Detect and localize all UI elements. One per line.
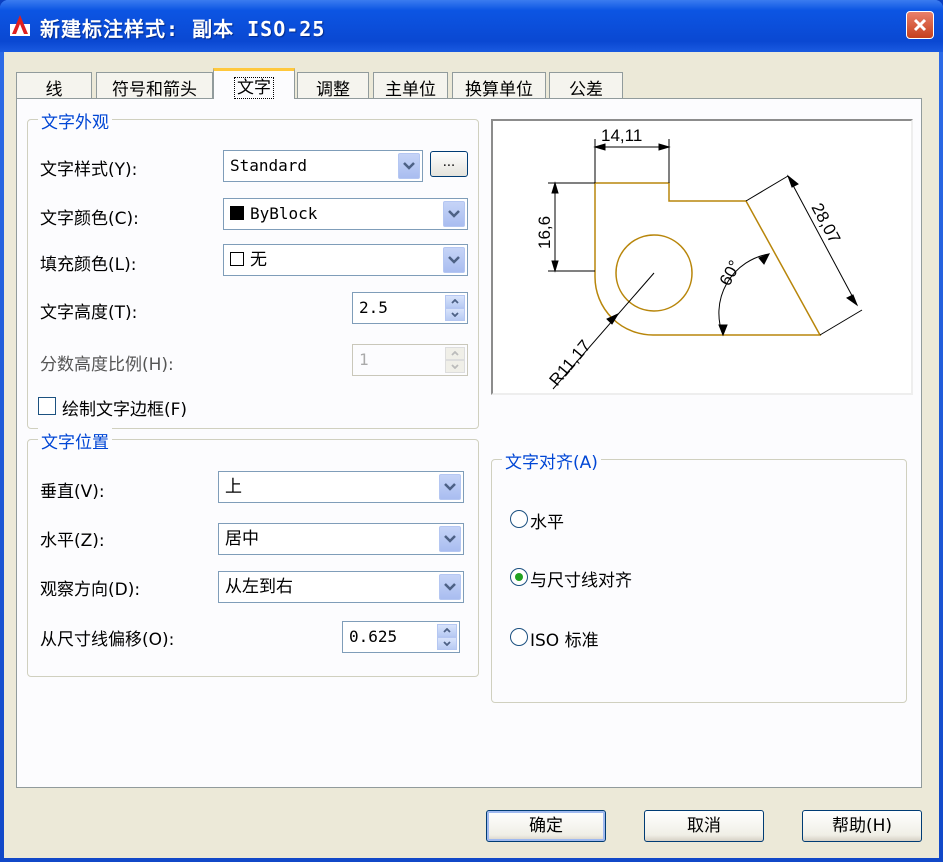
spin-down-icon[interactable] bbox=[437, 637, 457, 650]
title-bar[interactable]: 新建标注样式: 副本 ISO-25 bbox=[0, 0, 943, 52]
dropdown-value: 居中 bbox=[225, 529, 259, 549]
draw-frame-checkbox[interactable] bbox=[38, 397, 56, 415]
tab-panel-text: 文字外观 文字样式(Y): Standard ... 文字颜色(C): ByBl… bbox=[16, 98, 922, 788]
dim-top-text: 14,11 bbox=[601, 126, 642, 145]
dropdown-value: 从左到右 bbox=[225, 577, 293, 597]
tab-label: 公差 bbox=[569, 80, 603, 100]
radio-selected-dot bbox=[515, 573, 523, 581]
chevron-down-icon[interactable] bbox=[439, 474, 461, 500]
tab-label: 调整 bbox=[316, 80, 350, 100]
spinner-buttons bbox=[445, 347, 465, 373]
spinner-buttons[interactable] bbox=[445, 295, 465, 321]
text-color-label: 文字颜色(C): bbox=[40, 209, 139, 229]
offset-from-dim-line-label: 从尺寸线偏移(O): bbox=[40, 630, 175, 650]
preview-shape bbox=[594, 182, 822, 336]
tab-primary-units[interactable]: 主单位 bbox=[373, 72, 448, 100]
text-style-dropdown[interactable]: Standard bbox=[223, 150, 423, 182]
align-iso-standard-label[interactable]: ISO 标准 bbox=[530, 626, 599, 651]
offset-from-dim-line-spinner[interactable]: 0.625 bbox=[342, 621, 460, 653]
text-placement-group: 文字位置 垂直(V): 上 水平(Z): 居中 观察方向(D): 从左到右 从尺… bbox=[27, 428, 479, 677]
text-height-spinner[interactable]: 2.5 bbox=[352, 292, 468, 324]
color-swatch bbox=[230, 252, 244, 266]
fraction-height-scale-label: 分数高度比例(H): bbox=[40, 355, 174, 375]
dialog-client-area: 线 符号和箭头 文字 调整 主单位 换算单位 公差 文字外观 文字样式(Y): … bbox=[4, 52, 939, 858]
fraction-height-scale-spinner: 1 bbox=[352, 344, 468, 376]
text-height-label: 文字高度(T): bbox=[40, 303, 138, 323]
vertical-dropdown[interactable]: 上 bbox=[218, 471, 464, 503]
spinner-value: 1 bbox=[359, 350, 369, 369]
dropdown-value: 无 bbox=[250, 250, 267, 270]
close-button[interactable] bbox=[906, 11, 934, 39]
group-title: 文字外观 bbox=[38, 108, 112, 133]
ok-button[interactable]: 确定 bbox=[486, 810, 606, 842]
align-with-dim-line-radio[interactable] bbox=[510, 568, 528, 586]
radius-text: R11,17 bbox=[546, 336, 595, 389]
tab-label: 符号和箭头 bbox=[112, 80, 197, 100]
preview-drawing: 14,11 16,6 28,07 60° R11,17 bbox=[535, 126, 863, 390]
dropdown-value: 上 bbox=[225, 477, 242, 497]
tab-symbols-arrows[interactable]: 符号和箭头 bbox=[96, 72, 213, 100]
view-direction-dropdown[interactable]: 从左到右 bbox=[218, 571, 464, 603]
vertical-label: 垂直(V): bbox=[40, 482, 105, 502]
horizontal-dropdown[interactable]: 居中 bbox=[218, 523, 464, 555]
dim-left-text: 16,6 bbox=[535, 216, 554, 249]
dropdown-value: Standard bbox=[230, 156, 308, 175]
text-style-label: 文字样式(Y): bbox=[40, 160, 138, 180]
spinner-value: 2.5 bbox=[359, 298, 388, 317]
tab-label: 文字 bbox=[234, 77, 274, 99]
tab-tolerances[interactable]: 公差 bbox=[549, 72, 623, 100]
dimension-preview: 14,11 16,6 28,07 60° R11,17 bbox=[491, 119, 913, 395]
chevron-down-icon[interactable] bbox=[439, 574, 461, 600]
angle-text: 60° bbox=[716, 257, 745, 289]
align-with-dim-line-label[interactable]: 与尺寸线对齐 bbox=[530, 566, 632, 591]
chevron-down-icon[interactable] bbox=[443, 201, 465, 227]
chevron-down-icon[interactable] bbox=[443, 247, 465, 273]
align-iso-standard-radio[interactable] bbox=[510, 628, 528, 646]
tab-text[interactable]: 文字 bbox=[213, 68, 295, 99]
color-swatch bbox=[230, 206, 244, 220]
spin-down-icon bbox=[445, 360, 465, 373]
dropdown-value: ByBlock bbox=[250, 204, 318, 223]
align-horizontal-radio[interactable] bbox=[510, 510, 528, 528]
spinner-buttons[interactable] bbox=[437, 624, 457, 650]
fill-color-dropdown[interactable]: 无 bbox=[223, 244, 468, 276]
dialog-window: 新建标注样式: 副本 ISO-25 线 符号和箭头 文字 调整 主单位 换算单位… bbox=[0, 0, 943, 862]
fill-color-label: 填充颜色(L): bbox=[40, 255, 137, 275]
view-direction-label: 观察方向(D): bbox=[40, 580, 141, 600]
text-appearance-group: 文字外观 文字样式(Y): Standard ... 文字颜色(C): ByBl… bbox=[27, 108, 479, 429]
group-title: 文字位置 bbox=[38, 428, 112, 453]
chevron-down-icon[interactable] bbox=[439, 526, 461, 552]
spin-up-icon[interactable] bbox=[437, 624, 457, 637]
tab-label: 换算单位 bbox=[465, 80, 533, 100]
close-icon bbox=[913, 18, 927, 32]
tab-label: 主单位 bbox=[385, 80, 436, 100]
help-button[interactable]: 帮助(H) bbox=[802, 810, 922, 842]
text-color-dropdown[interactable]: ByBlock bbox=[223, 198, 468, 230]
tab-lines[interactable]: 线 bbox=[16, 72, 92, 100]
cancel-button[interactable]: 取消 bbox=[644, 810, 764, 842]
window-title: 新建标注样式: 副本 ISO-25 bbox=[40, 17, 326, 41]
horizontal-label: 水平(Z): bbox=[40, 531, 105, 551]
group-title: 文字对齐(A) bbox=[502, 448, 601, 473]
tab-fit[interactable]: 调整 bbox=[297, 72, 369, 100]
spinner-value: 0.625 bbox=[349, 627, 398, 646]
text-style-browse-button[interactable]: ... bbox=[430, 151, 468, 177]
autocad-logo-icon bbox=[10, 15, 30, 36]
chevron-down-icon[interactable] bbox=[398, 153, 420, 179]
tab-alternate-units[interactable]: 换算单位 bbox=[452, 72, 546, 100]
draw-frame-label[interactable]: 绘制文字边框(F) bbox=[62, 395, 187, 420]
spin-up-icon[interactable] bbox=[445, 295, 465, 308]
align-horizontal-label[interactable]: 水平 bbox=[530, 508, 564, 533]
text-alignment-group: 文字对齐(A) 水平 与尺寸线对齐 ISO 标准 bbox=[491, 448, 907, 703]
tab-label: 线 bbox=[45, 80, 63, 100]
spin-down-icon[interactable] bbox=[445, 308, 465, 321]
spin-up-icon bbox=[445, 347, 465, 360]
